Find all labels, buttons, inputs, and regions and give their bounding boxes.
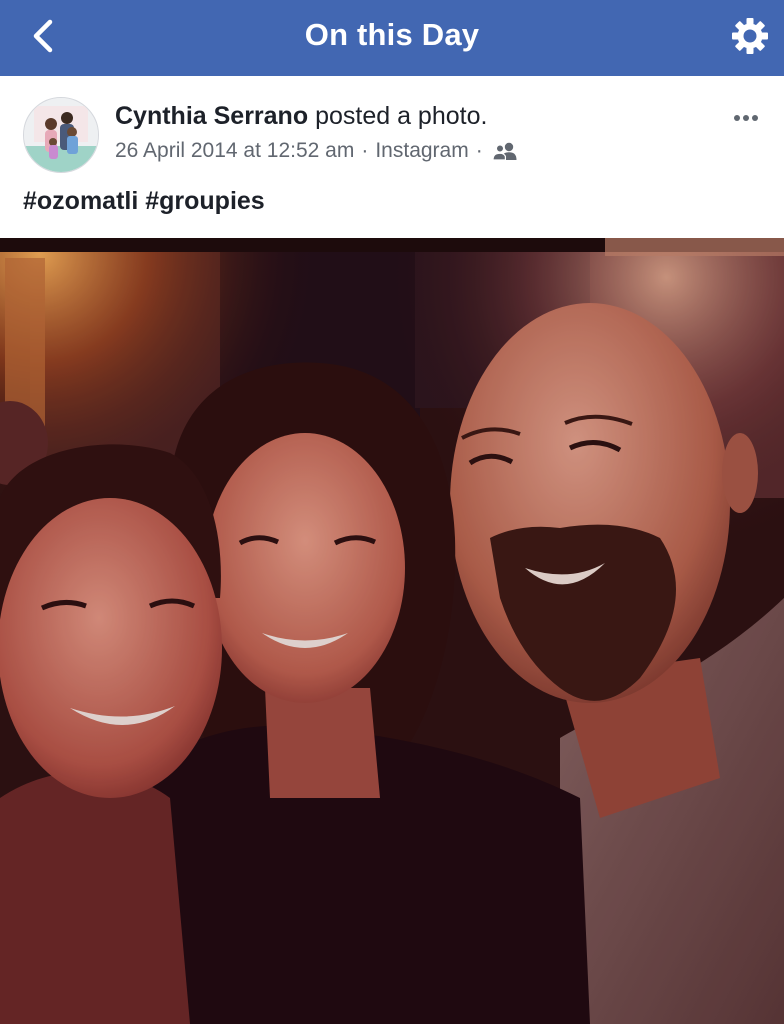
post-header: Cynthia Serrano posted a photo. 26 April… [0, 76, 784, 238]
author-name-link[interactable]: Cynthia Serrano [115, 102, 308, 130]
gear-icon [732, 18, 768, 54]
more-options-button[interactable] [728, 106, 764, 130]
page-title: On this Day [304, 17, 480, 52]
post-caption: #ozomatli #groupies [23, 187, 265, 215]
post-meta-line: 26 April 2014 at 12:52 am · Instagram · [115, 139, 518, 163]
top-navigation-bar: On this Day [0, 0, 784, 76]
post-source[interactable]: Instagram [375, 139, 468, 163]
avatar[interactable] [23, 97, 99, 173]
meta-separator: · [361, 139, 369, 162]
post-timestamp[interactable]: 26 April 2014 at 12:52 am [115, 139, 354, 163]
meta-separator: · [475, 139, 483, 162]
post-photo[interactable] [0, 238, 784, 1024]
more-horizontal-icon [734, 115, 758, 121]
settings-button[interactable] [728, 14, 772, 58]
friends-icon[interactable] [492, 140, 518, 162]
profile-photo-thumbnail [24, 98, 98, 172]
post-action-text: posted a photo. [315, 102, 488, 130]
group-selfie-photo [0, 238, 784, 1024]
post-author-line: Cynthia Serrano posted a photo. [115, 102, 487, 131]
